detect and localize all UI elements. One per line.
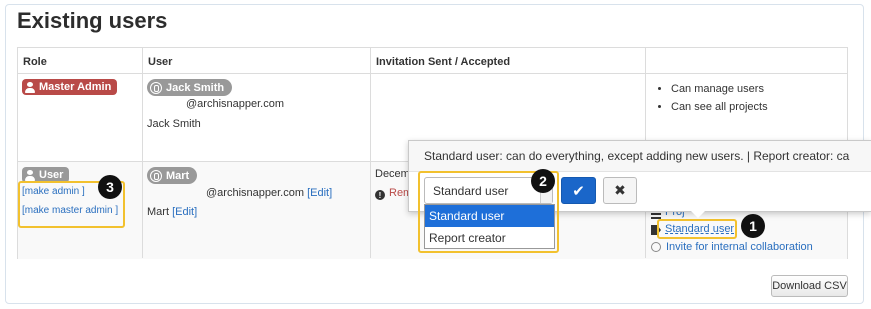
callout-2: 2: [531, 169, 555, 193]
popover-arrow: [690, 210, 706, 218]
header-invitation: Invitation Sent / Accepted: [376, 56, 511, 68]
header-role: Role: [23, 56, 47, 68]
x-icon: ✖: [614, 182, 626, 198]
user-fullname: Mart [Edit]: [147, 206, 198, 218]
user-pill[interactable]: Jack Smith: [147, 79, 233, 96]
confirm-button[interactable]: ✔: [561, 177, 596, 204]
permission-item: Can manage users: [671, 80, 768, 98]
popover-header: Standard user: can do everything, except…: [409, 141, 871, 172]
popover-title: Standard user: can do everything, except…: [424, 149, 850, 163]
permissions-list: Can manage users Can see all projects: [649, 80, 768, 116]
callout-1: 1: [741, 214, 765, 238]
check-icon: ✔: [572, 182, 585, 200]
role-option-report-creator[interactable]: Report creator: [425, 227, 554, 249]
make-admin-link[interactable]: [make admin ]: [22, 186, 85, 197]
edit-name-link[interactable]: [Edit]: [172, 206, 197, 218]
edit-email-link[interactable]: [Edit]: [307, 187, 332, 199]
user-circle-icon: [150, 81, 162, 94]
user-email: @archisnapper.com [Edit]: [206, 187, 333, 199]
make-master-admin-link[interactable]: [make master admin ]: [22, 205, 118, 216]
user-circle-icon: [651, 242, 661, 252]
role-option-standard-user[interactable]: Standard user: [425, 205, 554, 227]
invite-internal-link[interactable]: Invite for internal collaboration: [666, 241, 813, 253]
alert-icon: !: [375, 190, 385, 200]
download-csv-button[interactable]: Download CSV: [771, 275, 848, 297]
user-email: @archisnapper.com: [186, 98, 284, 110]
header-user: User: [148, 56, 173, 68]
user-circle-icon: [150, 169, 162, 182]
permission-item: Can see all projects: [671, 98, 768, 116]
cancel-button[interactable]: ✖: [603, 177, 637, 204]
user-fullname: Jack Smith: [147, 118, 201, 130]
callout-3: 3: [98, 175, 122, 199]
role-badge-master-admin: Master Admin: [22, 79, 118, 95]
user-pill[interactable]: Mart: [147, 167, 198, 184]
user-icon: [25, 169, 35, 181]
role-dropdown: Standard user Report creator: [424, 204, 555, 249]
standard-user-link[interactable]: Standard user: [665, 223, 734, 235]
page-title: Existing users: [17, 8, 168, 33]
user-icon: [25, 81, 35, 93]
invitation-date: Decem: [375, 168, 410, 180]
